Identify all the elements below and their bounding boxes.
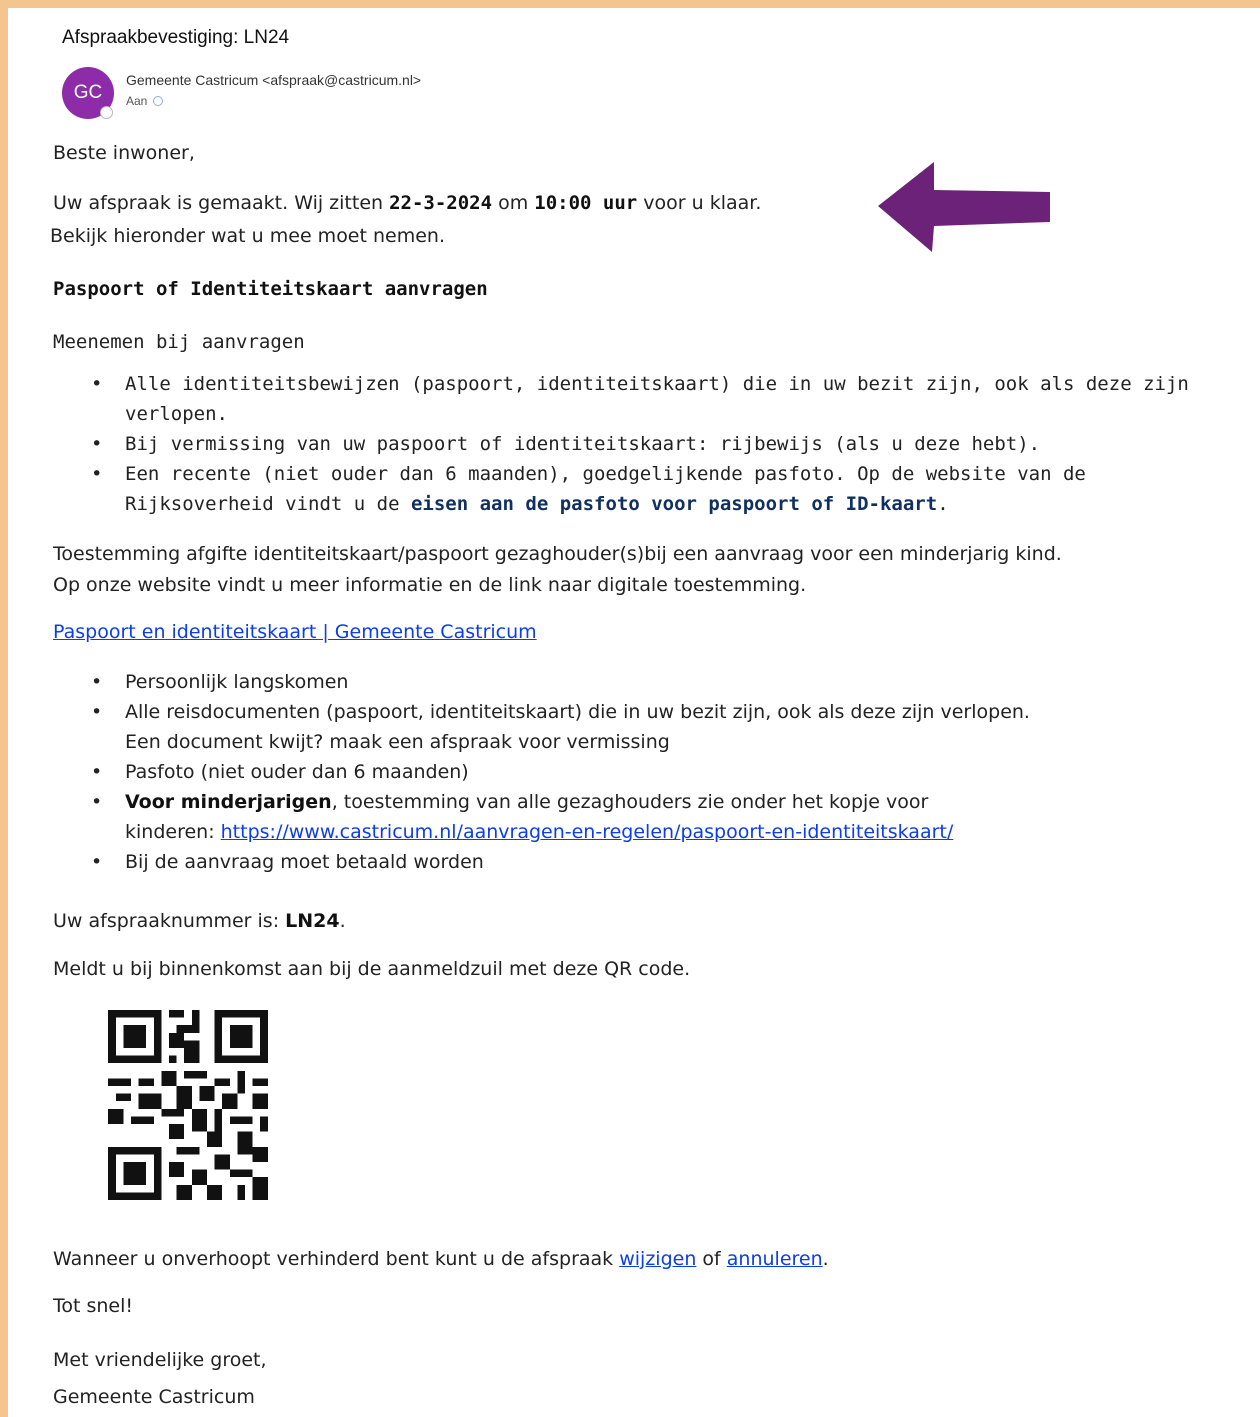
closing-regards: Met vriendelijke groet, [53,1349,267,1371]
list-item-text: Rijksoverheid vindt u de [125,493,411,515]
list-item: • Een recente (niet ouder dan 6 maanden)… [53,459,1189,519]
list-item: • Alle identiteitsbewijzen (paspoort, id… [53,369,1189,429]
bullet-icon: • [91,701,103,723]
recipient-row: Aan [126,94,164,108]
change-mid: of [696,1248,727,1270]
consent-line-1: Toestemming afgifte identiteitskaart/pas… [53,543,1062,565]
appointment-line: Uw afspraak is gemaakt. Wij zitten 22-3-… [53,192,761,214]
list-item: • Persoonlijk langskomen [53,667,1030,697]
pasfoto-requirements-link[interactable]: eisen aan de pasfoto voor paspoort of ID… [411,493,937,515]
change-appointment-link[interactable]: wijzigen [619,1248,696,1270]
arrow-annotation-icon [878,162,1050,252]
list-item-text: Een document kwijt? maak een afspraak vo… [125,731,670,753]
email-frame: Afspraakbevestiging: LN24 GC Gemeente Ca… [8,8,1260,1417]
list-item-text: Persoonlijk langskomen [125,671,349,693]
list-item-text: Alle reisdocumenten (paspoort, identitei… [125,701,1030,723]
qr-code-icon [108,1010,268,1200]
recipient-icon[interactable] [153,96,164,106]
bullet-icon: • [91,851,103,873]
requirements-list: • Persoonlijk langskomen • Alle reisdocu… [53,667,1030,877]
bullet-icon: • [91,791,103,813]
signature: Gemeente Castricum [53,1386,255,1408]
list-item: • Pasfoto (niet ouder dan 6 maanden) [53,757,1030,787]
change-suffix: . [822,1248,829,1270]
appt-suffix: voor u klaar. [637,192,762,214]
bullet-icon: • [91,463,103,485]
closing-see-you: Tot snel! [53,1295,134,1317]
avatar-initials: GC [73,82,103,103]
appt-prefix: Uw afspraak is gemaakt. Wij zitten [53,192,390,214]
to-label: Aan [126,94,148,108]
list-item: • Voor minderjarigen, toestemming van al… [53,787,1030,847]
bullet-icon: • [91,761,103,783]
cancel-appointment-link[interactable]: annuleren [727,1248,823,1270]
bring-label: Meenemen bij aanvragen [53,331,305,353]
sender-address[interactable]: Gemeente Castricum <afspraak@castricum.n… [126,72,421,88]
number-prefix: Uw afspraaknummer is: [53,910,286,932]
list-item-text: Bij vermissing van uw paspoort of identi… [125,433,1041,455]
list-item-text: verlopen. [125,403,228,425]
list-item: • Bij de aanvraag moet betaald worden [53,847,1030,877]
bring-list: • Alle identiteitsbewijzen (paspoort, id… [53,369,1189,519]
change-line: Wanneer u onverhoopt verhinderd bent kun… [53,1248,829,1270]
list-item: • Bij vermissing van uw paspoort of iden… [53,429,1189,459]
list-item-text: . [937,493,949,515]
list-item-text: , toestemming van alle gezaghouders zie … [331,791,929,813]
change-prefix: Wanneer u onverhoopt verhinderd bent kun… [53,1248,620,1270]
bullet-icon: • [91,373,103,395]
appointment-number-line: Uw afspraaknummer is: LN24. [53,910,346,932]
qr-instruction: Meldt u bij binnenkomst aan bij de aanme… [53,958,691,980]
list-item-bold: Voor minderjarigen [125,791,332,813]
presence-status-icon [100,106,113,119]
appointment-time: 10:00 uur [534,192,638,214]
list-item-text: Pasfoto (niet ouder dan 6 maanden) [125,761,469,783]
passport-page-link[interactable]: Paspoort en identiteitskaart | Gemeente … [53,621,537,643]
appointment-number: LN24 [285,910,340,932]
number-suffix: . [339,910,346,932]
section-title: Paspoort of Identiteitskaart aanvragen [53,278,488,300]
appointment-line-2: Bekijk hieronder wat u mee moet nemen. [50,225,446,247]
appointment-date: 22-3-2024 [389,192,493,214]
greeting: Beste inwoner, [53,142,195,164]
list-item-text: kinderen: [125,821,221,843]
castricum-url-link[interactable]: https://www.castricum.nl/aanvragen-en-re… [221,821,954,843]
email-subject: Afspraakbevestiging: LN24 [62,27,290,48]
list-item-text: Een recente (niet ouder dan 6 maanden), … [125,463,1086,485]
list-item-text: Alle identiteitsbewijzen (paspoort, iden… [125,373,1189,395]
bullet-icon: • [91,433,103,455]
list-item-text: Bij de aanvraag moet betaald worden [125,851,484,873]
consent-line-2: Op onze website vindt u meer informatie … [53,574,807,596]
bullet-icon: • [91,671,103,693]
appt-mid: om [492,192,535,214]
list-item: • Alle reisdocumenten (paspoort, identit… [53,697,1030,757]
